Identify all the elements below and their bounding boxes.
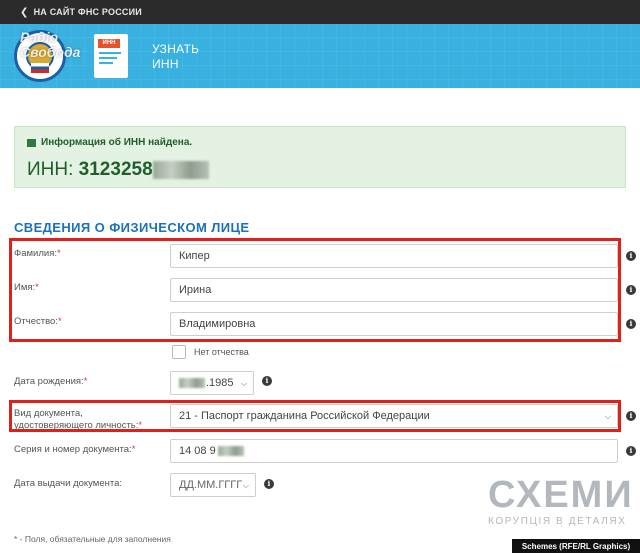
skhemy-logo: СХЕМИ КОРУПЦІЯ В ДЕТАЛЯХ [488,474,634,527]
doc-number-redacted [217,446,244,456]
image-credit: Schemes (RFE/RL Graphics) [512,539,640,553]
highlight-box-name [9,238,621,342]
issue-date-field[interactable]: ДД.ММ.ГГГГ ⌵ [170,473,256,497]
radio-svoboda-watermark: Радіо Свобода [20,29,81,60]
back-to-fns-link[interactable]: НА САЙТ ФНС РОССИИ [34,7,142,17]
info-icon[interactable]: i [626,319,636,329]
gift-icon [27,138,36,147]
birth-date-label: Дата рождения:* [14,376,88,387]
doc-number-field[interactable]: 14 08 9 [170,439,618,463]
chevron-left-icon[interactable]: ❮ [20,7,29,18]
chevron-down-icon: ⌵ [240,379,247,388]
service-title: УЗНАТЬ ИНН [152,42,200,71]
emblem-flag [31,63,49,73]
info-icon[interactable]: i [264,479,274,489]
no-patronymic-label: Нет отчества [194,347,249,357]
issue-date-label: Дата выдачи документа: [14,478,123,489]
top-bar: ❮ НА САЙТ ФНС РОССИИ [0,0,640,24]
inn-result: ИНН: 3123258 [27,159,209,181]
required-footnote: * - Поля, обязательные для заполнения [14,534,171,544]
doc-number-label: Серия и номер документа:* [14,444,136,455]
inn-redacted [152,160,209,179]
info-icon[interactable]: i [626,251,636,261]
info-icon[interactable]: i [262,376,272,386]
no-patronymic-checkbox[interactable] [172,345,186,359]
alert-message: Информация об ИНН найдена. [41,137,193,148]
inn-label: ИНН: [27,159,74,180]
highlight-box-doc-type [9,400,621,432]
inn-found-alert: Информация об ИНН найдена. ИНН: 3123258 [14,126,626,188]
document-icon: ИНН [94,34,128,78]
birth-date-redacted [179,378,205,388]
section-title: СВЕДЕНИЯ О ФИЗИЧЕСКОМ ЛИЦЕ [14,220,250,235]
birth-date-field[interactable]: .1985 ⌵ [170,371,254,395]
chevron-down-icon: ⌵ [242,481,249,490]
doc-icon-tag: ИНН [98,39,120,48]
page-header: Радіо Свобода ИНН УЗНАТЬ ИНН [0,24,640,88]
info-icon[interactable]: i [626,446,636,456]
info-icon[interactable]: i [626,411,636,421]
inn-value: 3123258 [78,159,153,180]
info-icon[interactable]: i [626,285,636,295]
